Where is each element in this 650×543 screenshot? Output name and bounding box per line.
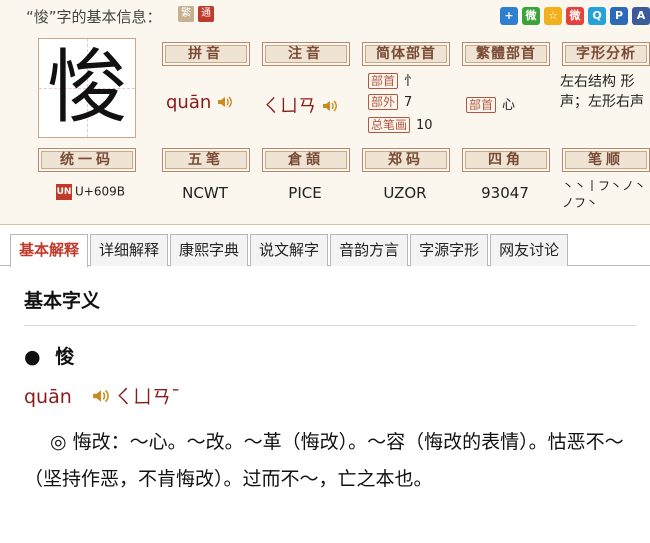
wubi-value: NCWT — [182, 184, 228, 202]
zongbihua-stamp: 总笔画 — [368, 117, 411, 133]
trad-bushou-stamp: 部首 — [466, 97, 497, 113]
speaker-icon[interactable] — [217, 93, 233, 114]
unicode-value: UN U+609B — [38, 184, 138, 200]
speaker-icon[interactable] — [322, 97, 338, 118]
entry-heading: ● 悛 — [24, 342, 74, 369]
share-bar: + 微 ☆ 微 Q P A — [500, 7, 650, 25]
sijiao-value: 93047 — [481, 184, 529, 202]
panel-title: “悛”字的基本信息： — [26, 8, 162, 26]
pinyin-value: quān — [166, 92, 250, 114]
label-wubi: 五笔 — [162, 148, 250, 172]
entry-pronunciation: quān ㄑㄩㄢˉ — [24, 382, 180, 409]
section-title: 基本字义 — [24, 290, 101, 312]
tab-shuowen[interactable]: 说文解字 — [250, 234, 329, 266]
cangjie-value: PICE — [288, 184, 322, 202]
buwai-value: 7 — [404, 95, 413, 110]
label-trad-radical: 繁體部首 — [462, 42, 550, 66]
label-cangjie: 倉頡 — [262, 148, 350, 172]
share-plus-icon[interactable]: + — [500, 7, 518, 25]
entry-character: 悛 — [55, 346, 75, 368]
entry-pinyin: quān — [24, 386, 72, 408]
trad-radical-row: 部首心 — [466, 94, 515, 113]
definition-tabs: 基本解释 详细解释 康熙字典 说文解字 音韵方言 字源字形 网友讨论 — [0, 234, 650, 267]
entry-zhuyin: ㄑㄩㄢˉ — [113, 386, 181, 408]
label-strokes: 笔顺 — [562, 148, 650, 172]
share-weibo-icon[interactable]: 微 — [566, 7, 584, 25]
definition-text: ◎ 悔改：～心。～改。～革（悔改）。～容（悔改的表情）。怙恶不～（坚持作恶，不肯… — [24, 431, 624, 490]
tab-basic[interactable]: 基本解释 — [10, 234, 89, 267]
label-zhengma: 郑码 — [362, 148, 450, 172]
stroke-count-row: 总笔画 10 — [368, 117, 433, 133]
label-zhuyin: 注音 — [262, 42, 350, 66]
bushou-value: 忄 — [404, 74, 418, 89]
tab-detailed[interactable]: 详细解释 — [90, 234, 169, 266]
share-qzone-icon[interactable]: ☆ — [544, 7, 562, 25]
simp-radical-row: 部首忄 — [368, 70, 417, 89]
buwai-row: 部外 7 — [368, 94, 412, 110]
share-renren-icon[interactable]: P — [610, 7, 628, 25]
label-simp-radical: 简体部首 — [362, 42, 450, 66]
character-display: 悛 — [38, 38, 136, 138]
pinyin-text: quān — [166, 92, 212, 113]
panel-header: “悛”字的基本信息： 繁 通 + 微 ☆ 微 Q P A — [0, 0, 650, 32]
zongbihua-value: 10 — [416, 118, 433, 133]
big-character: 悛 — [47, 41, 127, 134]
script-mode-switch: 繁 通 — [178, 6, 214, 22]
tab-discussion[interactable]: 网友讨论 — [490, 234, 569, 266]
unicode-logo-icon: UN — [56, 184, 72, 200]
tab-etymology[interactable]: 字源字形 — [410, 234, 489, 266]
simplified-mode-icon[interactable]: 通 — [198, 6, 214, 22]
trad-bushou-value: 心 — [502, 98, 516, 113]
section-divider — [24, 325, 636, 326]
traditional-mode-icon[interactable]: 繁 — [178, 6, 194, 22]
label-unicode: 统一码 — [38, 148, 136, 172]
unicode-text: U+609B — [75, 184, 125, 199]
tab-phonology[interactable]: 音韵方言 — [330, 234, 409, 266]
character-info-panel: “悛”字的基本信息： 繁 通 + 微 ☆ 微 Q P A 悛 拼音 注音 简体部… — [0, 0, 650, 225]
share-qq-icon[interactable]: Q — [588, 7, 606, 25]
structure-value: 左右结构 形声；左形右声 — [560, 74, 644, 110]
speaker-icon[interactable] — [92, 387, 110, 409]
bullet-icon: ● — [24, 346, 41, 368]
zhuyin-value: ㄑㄩㄢ — [262, 92, 358, 118]
tab-kangxi[interactable]: 康熙字典 — [170, 234, 249, 266]
share-other-icon[interactable]: A — [632, 7, 650, 25]
share-wechat-icon[interactable]: 微 — [522, 7, 540, 25]
label-pinyin: 拼音 — [162, 42, 250, 66]
buwai-stamp: 部外 — [368, 94, 399, 110]
label-sijiao: 四角 — [462, 148, 550, 172]
stroke-order-value: 丶丶丨フ丶ノ丶ノフ丶 — [562, 179, 647, 210]
bushou-stamp: 部首 — [368, 73, 399, 89]
zhengma-value: UZOR — [383, 184, 427, 202]
zhuyin-text: ㄑㄩㄢ — [262, 96, 316, 117]
label-structure: 字形分析 — [562, 42, 650, 66]
